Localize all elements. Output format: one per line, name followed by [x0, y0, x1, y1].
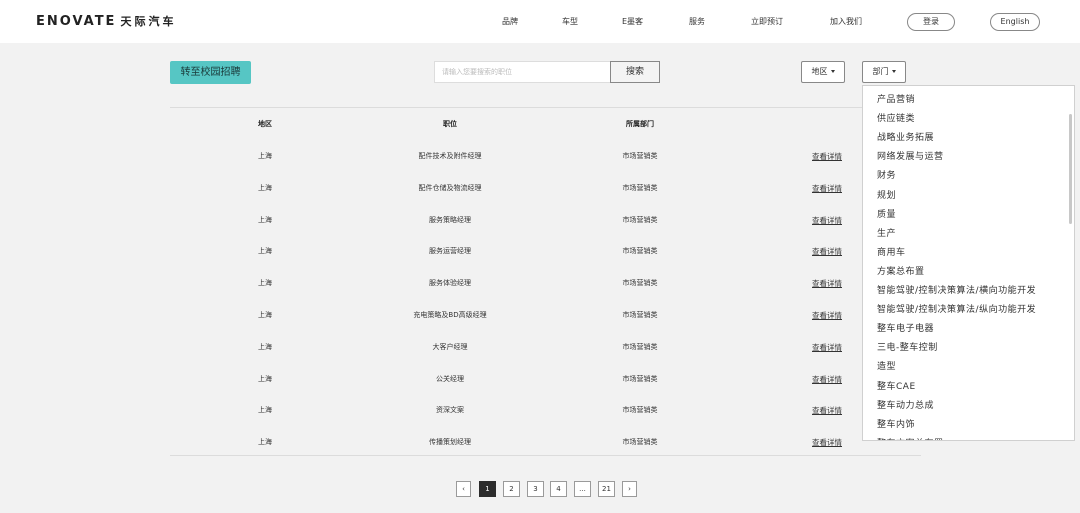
row-dept: 市场营销类: [622, 215, 658, 224]
row-position: 资深文案: [436, 406, 464, 415]
view-details-link[interactable]: 查看详情: [800, 374, 854, 385]
table-top-divider: [170, 107, 921, 108]
table-bottom-divider: [170, 455, 921, 456]
dept-menu-item[interactable]: 方案总布置: [877, 264, 925, 277]
dept-menu-item[interactable]: 三电-整车控制: [877, 340, 938, 353]
chevron-down-icon: [830, 70, 835, 73]
row-region: 上海: [258, 247, 272, 256]
logo-text: ENOVATE: [36, 14, 117, 29]
row-position: 配件仓储及物流经理: [418, 183, 482, 192]
page-1-button[interactable]: 1: [479, 481, 496, 497]
menu-scrollbar[interactable]: [1069, 114, 1072, 224]
row-dept: 市场营销类: [622, 183, 658, 192]
page-3-button[interactable]: 3: [527, 481, 544, 497]
header-region: 地区: [258, 120, 272, 128]
row-dept: 市场营销类: [622, 152, 658, 160]
dept-menu-item[interactable]: 财务: [877, 168, 896, 181]
row-dept: 市场营销类: [622, 311, 658, 319]
campus-recruit-button[interactable]: 转至校园招聘: [170, 61, 251, 84]
dept-menu-item[interactable]: 战略业务拓展: [877, 130, 934, 143]
view-details-link[interactable]: 查看详情: [800, 278, 854, 289]
row-position: 充电策略及BD高级经理: [413, 311, 487, 319]
prev-page-button[interactable]: ‹: [456, 481, 471, 497]
view-details-link[interactable]: 查看详情: [800, 342, 854, 353]
row-region: 上海: [258, 183, 272, 192]
dept-menu-item[interactable]: 整车内饰: [877, 417, 915, 430]
view-details-link[interactable]: 查看详情: [800, 437, 854, 448]
dept-filter-dropdown[interactable]: 部门: [862, 61, 906, 83]
row-region: 上海: [258, 374, 272, 383]
dept-menu-item[interactable]: 整车方案总布置: [877, 436, 944, 440]
nav-join-us[interactable]: 加入我们: [830, 16, 862, 27]
row-position: 配件技术及附件经理: [418, 152, 482, 160]
row-position: 服务运营经理: [429, 247, 471, 256]
nav-models[interactable]: 车型: [562, 16, 578, 27]
row-region: 上海: [258, 215, 272, 224]
logo-cn-text: 天际汽车: [120, 15, 177, 28]
row-dept: 市场营销类: [622, 279, 658, 288]
page-2-button[interactable]: 2: [503, 481, 520, 497]
row-position: 公关经理: [436, 374, 464, 383]
view-details-link[interactable]: 查看详情: [800, 310, 854, 321]
row-region: 上海: [258, 438, 272, 447]
row-dept: 市场营销类: [622, 247, 658, 256]
dept-menu-item[interactable]: 智能驾驶/控制决策算法/横向功能开发: [877, 283, 1036, 296]
header-position: 职位: [443, 120, 457, 128]
page-4-button[interactable]: 4: [550, 481, 567, 497]
dept-menu-item[interactable]: 商用车: [877, 245, 906, 258]
dept-menu-item[interactable]: 生产: [877, 226, 896, 239]
dept-menu-item[interactable]: 造型: [877, 359, 896, 372]
view-details-link[interactable]: 查看详情: [800, 151, 854, 162]
dept-menu-item[interactable]: 供应链类: [877, 111, 915, 124]
header-dept: 所属部门: [626, 120, 654, 128]
row-position: 大客户经理: [432, 342, 468, 351]
search-button[interactable]: 搜索: [610, 61, 660, 83]
row-dept: 市场营销类: [622, 374, 658, 383]
nav-brand[interactable]: 品牌: [502, 16, 518, 27]
dept-menu-item[interactable]: 整车动力总成: [877, 398, 934, 411]
row-region: 上海: [258, 311, 272, 319]
next-page-button[interactable]: ›: [622, 481, 637, 497]
row-region: 上海: [258, 152, 272, 160]
page-ellipsis[interactable]: ...: [574, 481, 591, 497]
region-filter-dropdown[interactable]: 地区: [801, 61, 845, 83]
view-details-link[interactable]: 查看详情: [800, 405, 854, 416]
login-button[interactable]: 登录: [907, 13, 955, 31]
page-21-button[interactable]: 21: [598, 481, 615, 497]
row-region: 上海: [258, 342, 272, 351]
nav-service[interactable]: 服务: [689, 16, 705, 27]
region-filter-label: 地区: [811, 67, 828, 76]
language-button[interactable]: English: [990, 13, 1040, 31]
row-position: 传播策划经理: [429, 438, 471, 447]
dept-menu-item[interactable]: 规划: [877, 188, 896, 201]
row-region: 上海: [258, 279, 272, 288]
nav-book-now[interactable]: 立即预订: [751, 16, 783, 27]
dept-dropdown-menu: 产品营销供应链类战略业务拓展 网络发展与运营 财务规划质量生产商用车方案总布置智能驾…: [862, 85, 1075, 441]
view-details-link[interactable]: 查看详情: [800, 183, 854, 194]
row-dept: 市场营销类: [622, 406, 658, 415]
search-input[interactable]: 请输入您要搜索的职位: [434, 61, 611, 83]
brand-logo[interactable]: ENOVATE 天际汽车: [36, 13, 176, 29]
dept-filter-label: 部门: [872, 67, 889, 76]
row-dept: 市场营销类: [622, 342, 658, 351]
row-region: 上海: [258, 406, 272, 415]
dept-menu-item[interactable]: 网络发展与运营: [877, 149, 944, 162]
dept-menu-item[interactable]: 智能驾驶/控制决策算法/纵向功能开发: [877, 302, 1036, 315]
chevron-down-icon: [891, 70, 896, 73]
dept-menu-item[interactable]: 质量: [877, 207, 896, 220]
row-dept: 市场营销类: [622, 438, 658, 447]
row-position: 服务策略经理: [429, 215, 471, 224]
dept-menu-item[interactable]: 整车电子电器: [877, 321, 934, 334]
top-header: ENOVATE 天际汽车 品牌 车型 E墨客 服务 立即预订 加入我们 登录 En…: [0, 0, 1080, 43]
nav-emoke[interactable]: E墨客: [622, 16, 643, 27]
dept-menu-item[interactable]: 产品营销: [877, 92, 915, 105]
view-details-link[interactable]: 查看详情: [800, 215, 854, 226]
row-position: 服务体验经理: [429, 279, 471, 288]
view-details-link[interactable]: 查看详情: [800, 246, 854, 257]
dept-menu-item[interactable]: 整车CAE: [877, 379, 916, 392]
